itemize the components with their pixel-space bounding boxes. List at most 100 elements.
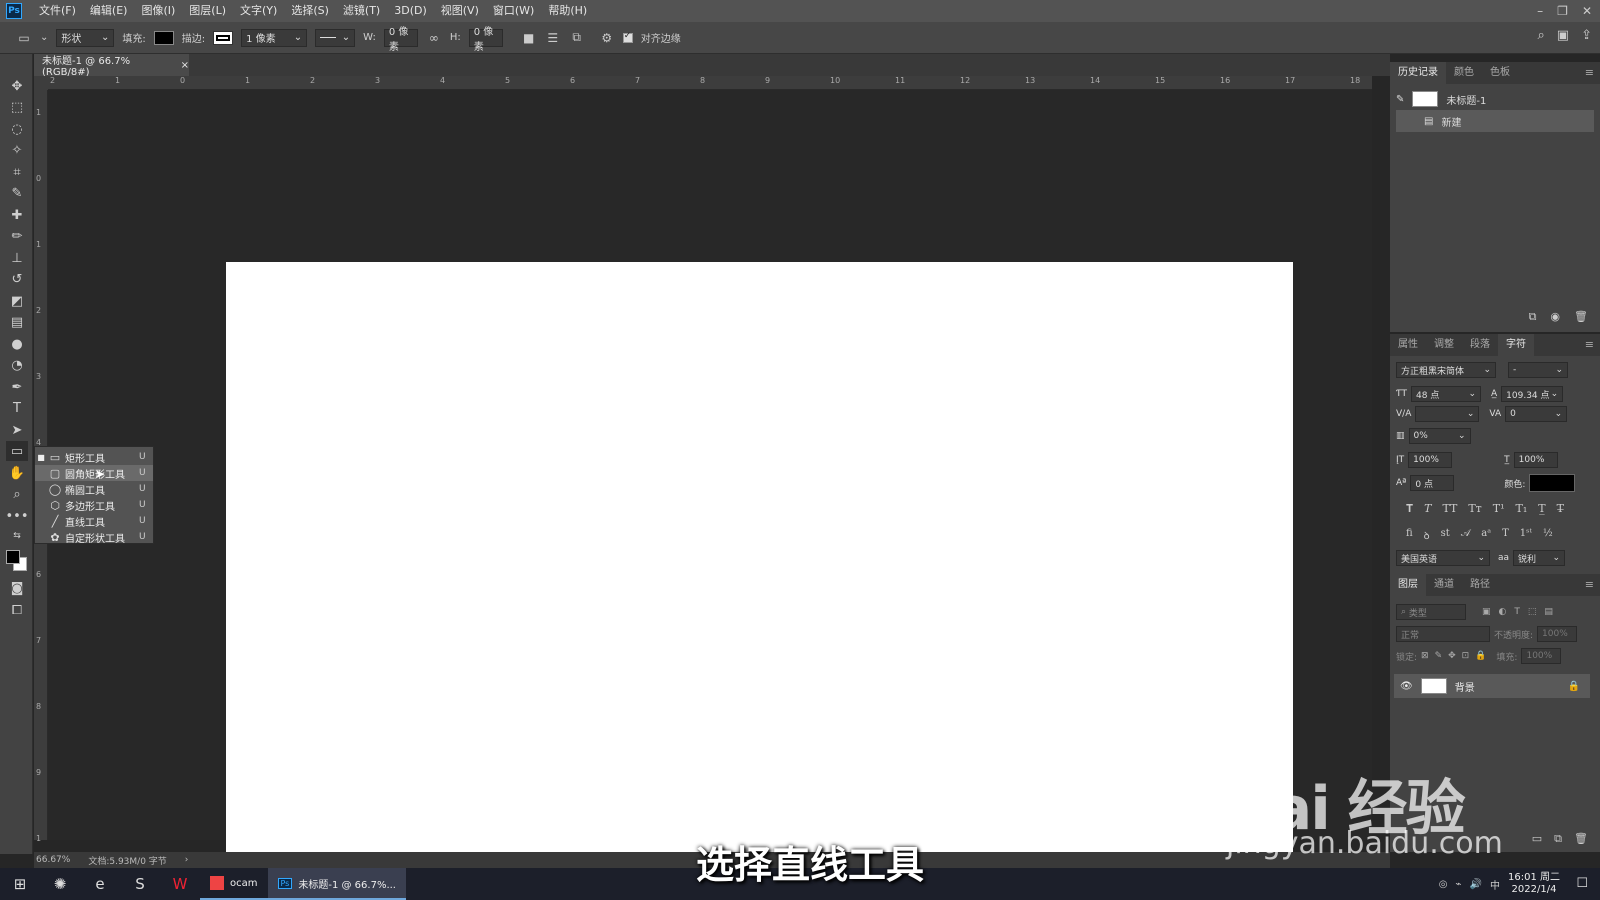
small-caps-icon[interactable]: Tт [1468, 502, 1481, 516]
flyout-item-rounded-rectangle[interactable]: ▢ 圆角矩形工具 U [35, 465, 153, 481]
healing-brush-tool-icon[interactable]: ✚ [6, 205, 28, 225]
crop-tool-icon[interactable]: ⌗ [6, 162, 28, 182]
foreground-color-swatch[interactable] [6, 550, 20, 564]
magic-wand-tool-icon[interactable]: ✧ [6, 140, 28, 160]
app-swirl-icon[interactable]: ✺ [40, 868, 80, 900]
subscript-icon[interactable]: T₁ [1516, 502, 1528, 516]
align-edges-checkbox[interactable] [622, 31, 633, 43]
font-size-input[interactable]: 48 点 ⌄ [1411, 386, 1481, 402]
panel-menu-icon[interactable]: ≡ [1585, 578, 1594, 591]
fill-input[interactable]: 100% [1521, 648, 1562, 664]
eye-icon[interactable]: 👁 [1400, 681, 1413, 692]
superscript-icon[interactable]: T¹ [1493, 502, 1505, 516]
tab-history[interactable]: 历史记录 [1390, 62, 1446, 84]
tab-channels[interactable]: 通道 [1426, 574, 1462, 596]
sogou-icon[interactable]: S [120, 868, 160, 900]
fill-swatch[interactable] [153, 30, 174, 45]
panel-menu-icon[interactable]: ≡ [1585, 66, 1594, 79]
notification-icon[interactable]: ☐ [1576, 876, 1588, 891]
document-canvas[interactable] [226, 262, 1293, 862]
font-style-select[interactable]: - ⌄ [1508, 362, 1568, 378]
horizontal-scale-input[interactable]: 100% [1513, 452, 1558, 468]
fractions-icon[interactable]: ½ [1543, 528, 1553, 542]
layer-row-background[interactable]: 👁 背景 🔒 [1394, 674, 1590, 698]
eyedropper-tool-icon[interactable]: ✎ [6, 183, 28, 203]
quick-mask-icon[interactable]: ◙ [6, 578, 28, 598]
discretionary-ligatures-icon[interactable]: ꝺ [1424, 528, 1430, 542]
path-alignment-icon[interactable]: ☰ [545, 30, 561, 46]
type-tool-icon[interactable]: T [6, 398, 28, 418]
leading-input[interactable]: 109.34 点 ⌄ [1501, 386, 1564, 402]
tab-swatches[interactable]: 色板 [1482, 62, 1518, 84]
tab-layers[interactable]: 图层 [1390, 574, 1426, 596]
menu-help[interactable]: 帮助(H) [541, 0, 594, 22]
new-layer-icon[interactable]: ⧉ [1554, 832, 1562, 846]
lock-icons[interactable]: ⊠✎✥⊡🔒 [1421, 651, 1492, 661]
tab-adjustments[interactable]: 调整 [1426, 334, 1462, 356]
close-icon[interactable]: × [181, 60, 189, 71]
panel-menu-icon[interactable]: ≡ [1585, 338, 1594, 351]
tool-preset-chevron-icon[interactable]: ⌄ [40, 32, 48, 43]
tool-preset-rectangle-icon[interactable]: ▭ [16, 30, 32, 46]
baseline-shift-input[interactable]: 0 点 [1410, 475, 1455, 491]
all-caps-icon[interactable]: TT [1442, 502, 1457, 516]
folder-icon[interactable]: ▭ [1532, 832, 1542, 846]
volume-icon[interactable]: 🔊 [1470, 879, 1482, 890]
wps-icon[interactable]: W [160, 868, 200, 900]
blend-mode-select[interactable]: 正常 [1396, 626, 1490, 642]
lasso-tool-icon[interactable]: ◌ [6, 119, 28, 139]
swap-colors-icon[interactable]: ⇆ [6, 526, 28, 546]
close-icon[interactable]: ✕ [1582, 4, 1592, 18]
share-icon[interactable]: ⇪ [1581, 28, 1592, 43]
stroke-type-select[interactable]: ⌄ [315, 28, 356, 47]
titling-alternates-icon[interactable]: aᵃ [1481, 528, 1491, 542]
path-operations-icon[interactable]: ■ [521, 30, 537, 46]
menu-image[interactable]: 图像(I) [134, 0, 182, 22]
underline-icon[interactable]: T̲ [1538, 502, 1545, 516]
path-selection-tool-icon[interactable]: ➤ [6, 420, 28, 440]
canvas-area[interactable] [48, 90, 1372, 862]
faux-bold-icon[interactable]: 𝐓 [1406, 502, 1413, 516]
strikethrough-icon[interactable]: T̶ [1557, 502, 1564, 516]
zoom-tool-icon[interactable]: ⌕ [6, 484, 28, 504]
clone-stamp-tool-icon[interactable]: ⊥ [6, 248, 28, 268]
kerning-input[interactable]: ⌄ [1415, 406, 1480, 422]
taskbar-app-ocam[interactable]: ocam [200, 868, 268, 900]
hand-tool-icon[interactable]: ✋ [6, 463, 28, 483]
stylistic-alternates-icon[interactable]: st [1441, 528, 1450, 542]
trash-icon[interactable]: 🗑 [1574, 310, 1588, 324]
tab-properties[interactable]: 属性 [1390, 334, 1426, 356]
vertical-scale-input[interactable]: 100% [1408, 452, 1453, 468]
windows-start-icon[interactable]: ⊞ [0, 868, 40, 900]
menu-select[interactable]: 选择(S) [284, 0, 336, 22]
link-icon[interactable]: ∞ [426, 30, 442, 46]
more-tools-icon[interactable]: ••• [6, 506, 29, 526]
flyout-item-ellipse[interactable]: ◯ 椭圆工具 U [35, 481, 153, 497]
new-document-from-state-icon[interactable]: ⧉ [1529, 310, 1537, 324]
pen-tool-icon[interactable]: ✒ [6, 377, 28, 397]
shape-tool-icon[interactable]: ▭ [6, 441, 28, 461]
menu-layer[interactable]: 图层(L) [182, 0, 233, 22]
trash-icon[interactable]: 🗑 [1574, 832, 1588, 846]
tab-character[interactable]: 字符 [1498, 334, 1534, 356]
flyout-item-line[interactable]: ╱ 直线工具 U [35, 513, 153, 529]
tab-paths[interactable]: 路径 [1462, 574, 1498, 596]
height-input[interactable]: 0 像素 [468, 27, 503, 53]
clock[interactable]: 16:01 周二 2022/1/4 [1508, 872, 1560, 896]
flyout-item-custom-shape[interactable]: ✿ 自定形状工具 U [35, 529, 153, 545]
ordinal-icon[interactable]: 1ˢᵗ [1520, 528, 1532, 542]
stroke-swatch[interactable] [213, 30, 234, 45]
restore-icon[interactable]: ❐ [1557, 4, 1568, 18]
antialias-select[interactable]: 锐利 ⌄ [1513, 550, 1566, 566]
history-brush-tool-icon[interactable]: ↺ [6, 269, 28, 289]
layer-filter-icons[interactable]: ▣◐T⬚▤ [1482, 607, 1561, 617]
language-select[interactable]: 美国英语 ⌄ [1396, 550, 1490, 566]
camera-icon[interactable]: ◉ [1550, 310, 1560, 324]
menu-window[interactable]: 窗口(W) [486, 0, 541, 22]
move-tool-icon[interactable]: ✥ [6, 76, 28, 96]
tab-color[interactable]: 颜色 [1446, 62, 1482, 84]
search-icon[interactable]: ⌕ [1538, 28, 1545, 43]
stroke-width-select[interactable]: 1 像素 ⌄ [241, 28, 308, 47]
document-tab[interactable]: 未标题-1 @ 66.7%(RGB/8#) × [34, 54, 189, 78]
path-arrangement-icon[interactable]: ⧉ [569, 30, 585, 46]
